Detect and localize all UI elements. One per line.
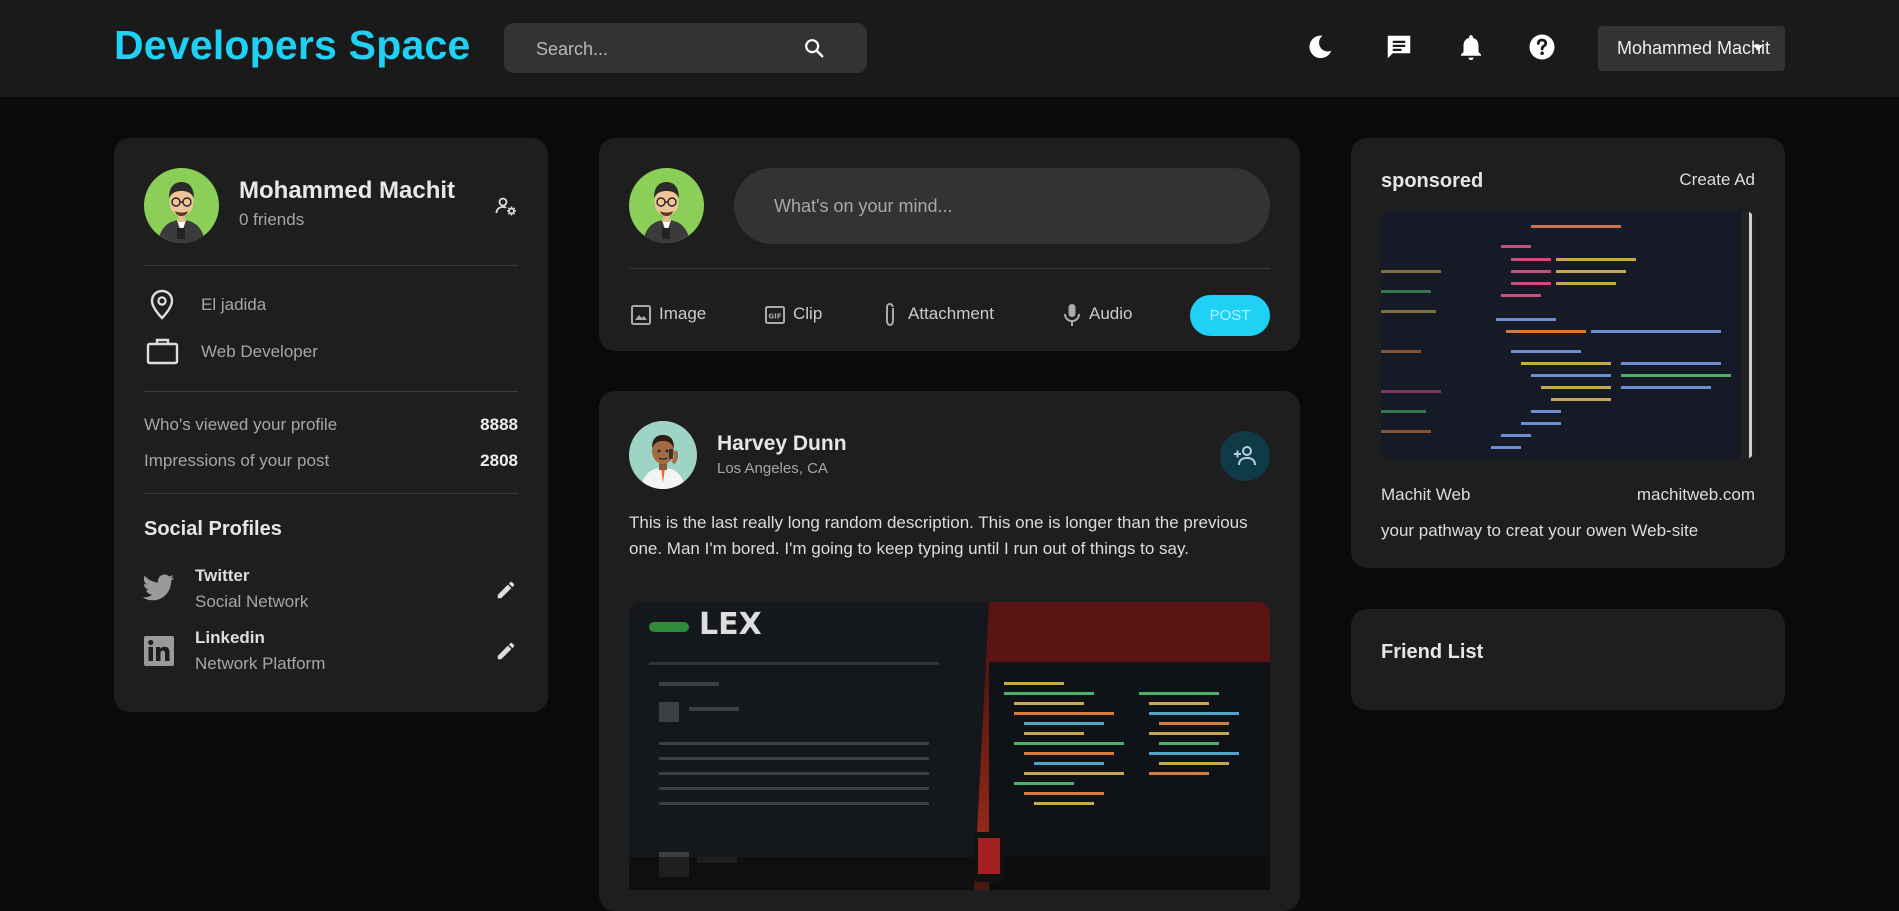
linkedin-icon — [144, 636, 174, 666]
audio-action-button[interactable]: Audio — [1063, 302, 1143, 328]
manage-account-icon[interactable] — [494, 194, 518, 218]
help-icon[interactable] — [1527, 32, 1557, 62]
sponsor-tagline: your pathway to creat your owen Web-site — [1381, 521, 1699, 540]
action-label: Attachment — [908, 304, 994, 323]
gif-icon: GIF — [765, 306, 785, 324]
post-description: This is the last really long random desc… — [629, 513, 1248, 558]
edit-icon[interactable] — [495, 579, 517, 601]
profile-divider — [144, 391, 518, 392]
app-logo[interactable]: Developers Space — [114, 22, 470, 69]
profile-name[interactable]: Mohammed Machit — [239, 177, 455, 205]
user-select-dropdown[interactable]: Mohammed Machit — [1598, 26, 1785, 71]
composer-divider — [629, 268, 1270, 269]
caret-down-icon — [1753, 45, 1763, 51]
post-author-avatar[interactable] — [629, 421, 697, 489]
post-author-name[interactable]: Harvey Dunn — [717, 432, 847, 456]
paperclip-icon — [886, 302, 894, 327]
stat-label: Impressions of your post — [144, 451, 330, 470]
social-name[interactable]: Twitter — [195, 566, 249, 586]
search-bar — [504, 23, 867, 73]
search-icon[interactable] — [803, 37, 825, 59]
profile-divider — [144, 265, 518, 266]
post-text-input[interactable] — [734, 168, 1270, 244]
action-label: Audio — [1089, 304, 1133, 323]
profile-location: El jadida — [201, 295, 267, 314]
location-pin-icon — [150, 289, 174, 320]
post-image-text: LEX — [699, 607, 762, 642]
stat-value: 8888 — [480, 415, 518, 434]
social-name[interactable]: Linkedin — [195, 628, 265, 648]
post-author-location: Los Angeles, CA — [717, 460, 828, 477]
profile-avatar[interactable] — [144, 168, 219, 243]
twitter-icon — [143, 574, 174, 601]
svg-text:GIF: GIF — [768, 313, 781, 321]
post-image[interactable]: LEX — [629, 602, 1270, 890]
image-icon — [631, 305, 651, 325]
social-profiles-heading: Social Profiles — [144, 518, 282, 540]
profile-occupation: Web Developer — [201, 342, 318, 361]
action-label: Clip — [793, 304, 823, 323]
user-select-value: Mohammed Machit — [1617, 38, 1771, 58]
briefcase-icon — [146, 338, 179, 365]
bell-icon[interactable] — [1456, 32, 1486, 62]
social-type: Social Network — [195, 592, 309, 611]
friend-list-heading: Friend List — [1381, 641, 1484, 663]
image-action-button[interactable]: Image — [629, 302, 709, 328]
stat-label: Who's viewed your profile — [144, 415, 338, 434]
profile-friends-count: 0 friends — [239, 210, 305, 229]
add-person-icon — [1234, 446, 1256, 466]
microphone-icon — [1064, 304, 1080, 326]
clip-action-button[interactable]: GIF Clip — [765, 302, 825, 328]
sponsored-image[interactable] — [1381, 210, 1755, 460]
sponsor-url[interactable]: machitweb.com — [1600, 485, 1755, 505]
edit-icon[interactable] — [495, 640, 517, 662]
attachment-action-button[interactable]: Attachment — [882, 302, 1007, 328]
moon-icon[interactable] — [1305, 32, 1335, 62]
sponsor-name: Machit Web — [1381, 485, 1471, 504]
message-icon[interactable] — [1384, 32, 1414, 62]
create-ad-link[interactable]: Create Ad — [1676, 170, 1755, 190]
add-friend-button[interactable] — [1220, 431, 1270, 481]
composer-avatar — [629, 168, 704, 243]
social-type: Network Platform — [195, 654, 326, 673]
post-button[interactable]: POST — [1190, 295, 1270, 336]
sponsored-heading: sponsored — [1381, 170, 1484, 192]
top-navbar: Developers Space Mohammed Machit — [0, 0, 1899, 97]
action-label: Image — [659, 304, 707, 323]
profile-divider — [144, 493, 518, 494]
search-input[interactable] — [534, 35, 798, 63]
stat-value: 2808 — [480, 451, 518, 470]
